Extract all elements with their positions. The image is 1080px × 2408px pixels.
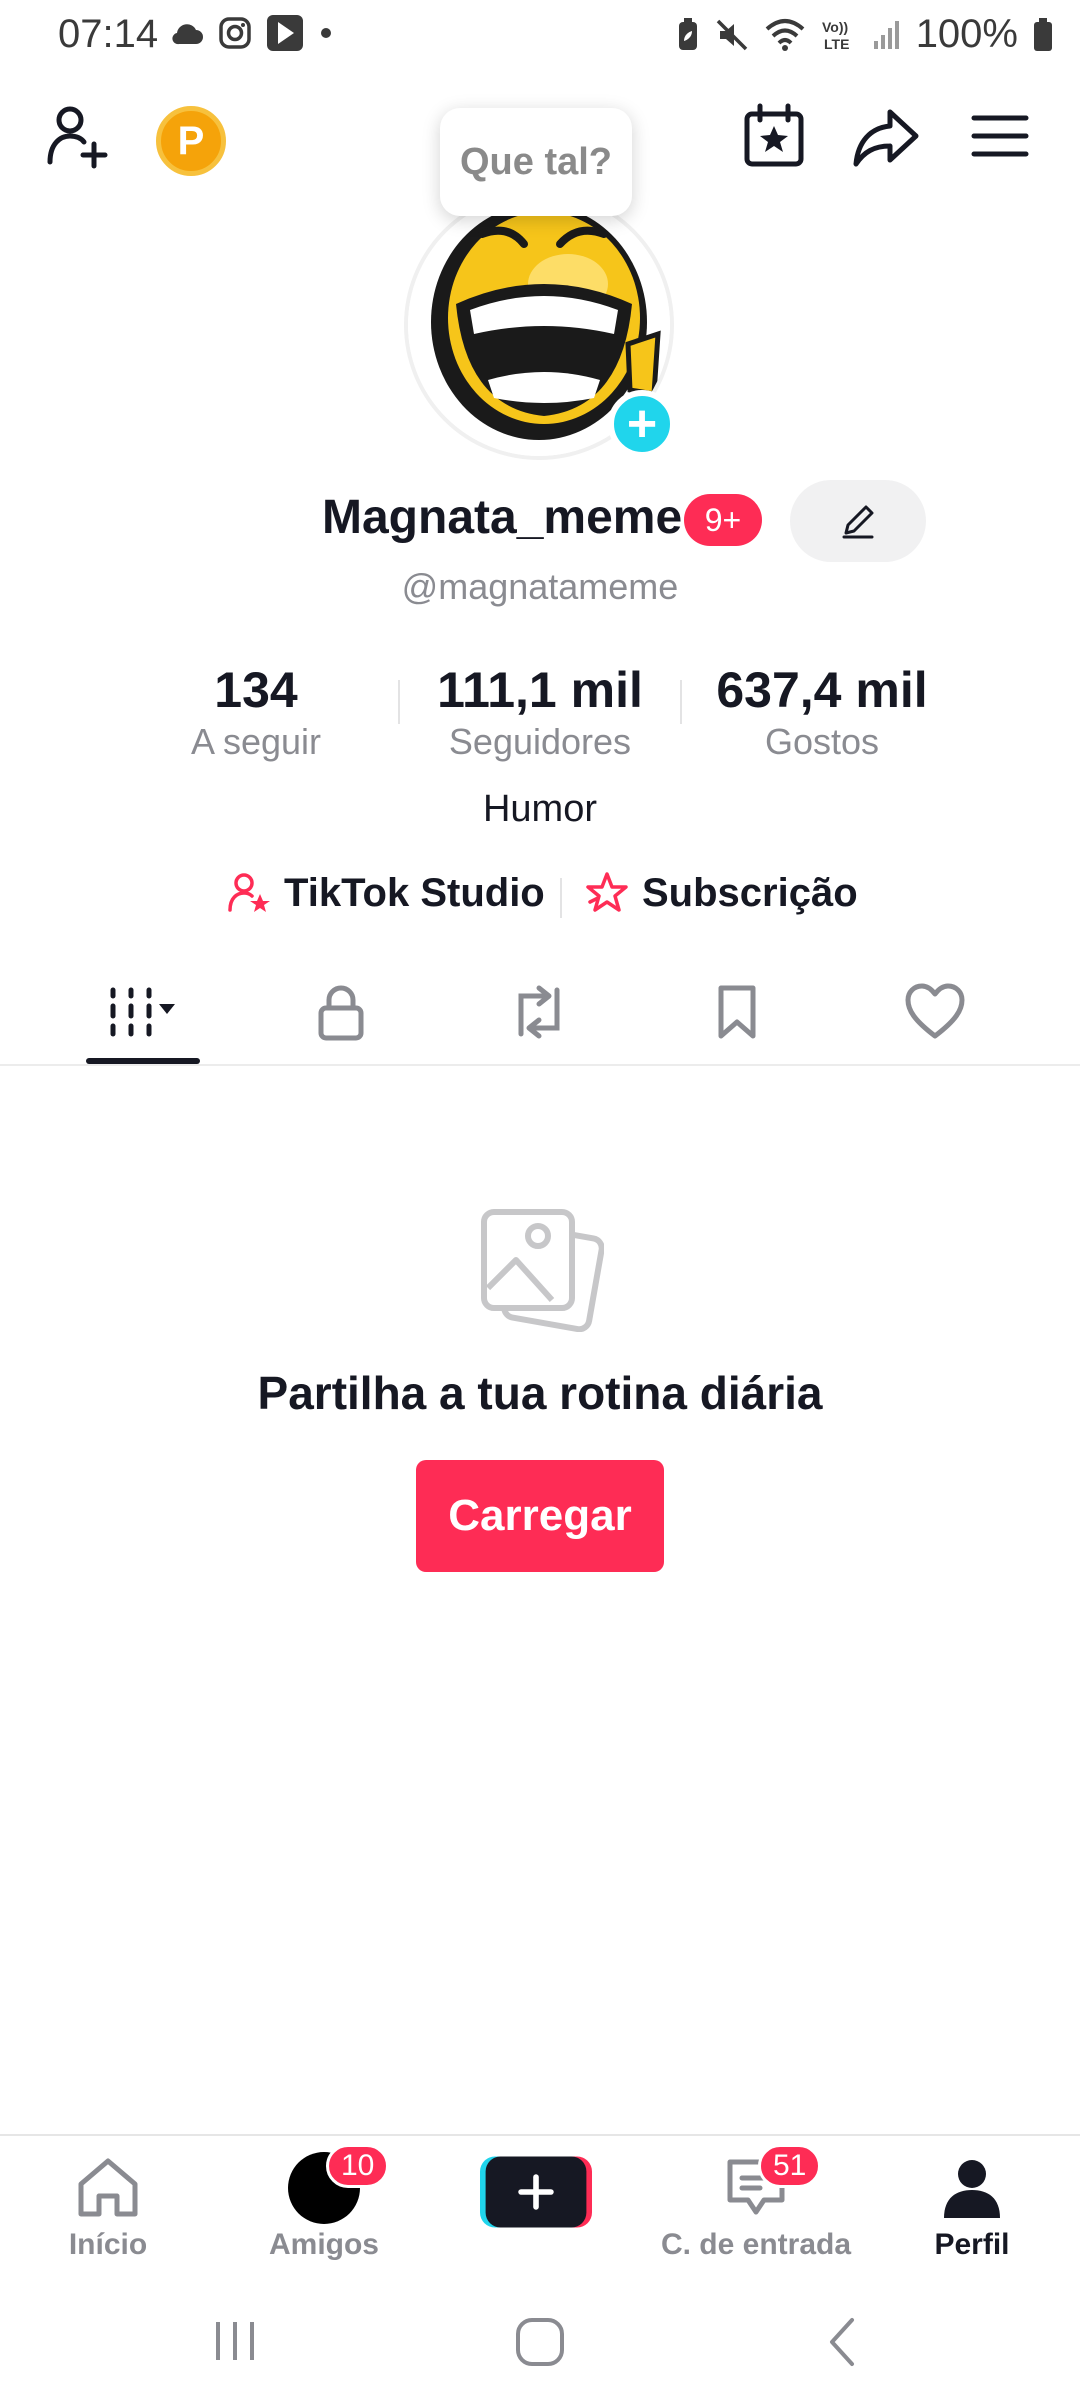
battery-icon	[1034, 17, 1052, 51]
calendar-button[interactable]	[738, 100, 810, 172]
bookmark-icon	[718, 985, 756, 1039]
status-right-icons: Vo)) LTE 100%	[676, 12, 1054, 57]
share-button[interactable]	[850, 100, 922, 172]
stat-likes-label: Gostos	[764, 721, 880, 762]
volte-icon: Vo))LTE	[822, 19, 849, 52]
stat-following[interactable]: 134 A seguir	[106, 660, 406, 764]
tab-saved[interactable]	[638, 960, 836, 1064]
status-left-icons	[170, 14, 334, 52]
tooltip-text: Que tal?	[459, 140, 613, 183]
nav-inbox[interactable]: 51 C. de entrada	[648, 2136, 864, 2276]
friends-badge: 10	[326, 2144, 390, 2188]
nav-inbox-label: C. de entrada	[660, 2228, 852, 2261]
menu-button[interactable]	[964, 100, 1036, 172]
edit-profile-button[interactable]	[790, 480, 926, 562]
recent-apps-icon[interactable]	[210, 2316, 260, 2366]
bottom-nav: Início 10 Amigos 51 C. de entrada Perfil	[0, 2134, 1080, 2276]
tiktok-studio-label: TikTok Studio	[284, 870, 545, 915]
home-icon	[78, 2158, 138, 2217]
status-time: 07:14	[58, 12, 159, 56]
battery-percentage: 100%	[915, 12, 1018, 56]
upload-button[interactable]: Carregar	[416, 1460, 664, 1572]
wifi-icon	[765, 18, 805, 51]
coin-icon[interactable]: P	[156, 106, 226, 176]
tab-private[interactable]	[242, 960, 440, 1064]
tiktok-studio-link[interactable]: TikTok Studio	[226, 870, 545, 916]
bio: Humor	[482, 788, 598, 830]
stat-likes-value: 637,4 mil	[716, 662, 928, 718]
stat-followers-label: Seguidores	[448, 721, 632, 762]
nav-home-label: Início	[68, 2228, 148, 2261]
pencil-icon	[842, 505, 874, 539]
grid-icon	[110, 987, 175, 1037]
mute-icon	[716, 19, 747, 50]
lock-icon	[318, 985, 364, 1041]
content-tabs	[0, 960, 1080, 1066]
tab-videos[interactable]	[44, 960, 242, 1064]
signal-icon	[873, 20, 899, 49]
battery-saver-icon	[678, 17, 697, 50]
notification-badge[interactable]: 9+	[684, 494, 762, 546]
create-plus-icon	[480, 2156, 592, 2228]
subscription-star-icon	[586, 872, 628, 912]
menu-icon	[971, 115, 1029, 157]
dot-icon	[321, 28, 331, 38]
add-story-button[interactable]: +	[608, 390, 676, 458]
inbox-badge: 51	[758, 2144, 822, 2188]
tooltip: Que tal?	[440, 108, 632, 216]
stat-followers[interactable]: 111,1 mil Seguidores	[390, 660, 690, 764]
svg-text:LTE: LTE	[824, 36, 849, 52]
heart-icon	[905, 983, 965, 1039]
tab-liked[interactable]	[836, 960, 1034, 1064]
back-icon[interactable]	[822, 2316, 862, 2368]
profile-icon	[944, 2160, 1000, 2218]
nav-friends[interactable]: 10 Amigos	[216, 2136, 432, 2276]
tab-reposts[interactable]	[440, 960, 638, 1064]
creator-star-icon	[228, 873, 270, 912]
stat-following-label: A seguir	[190, 721, 322, 762]
subscription-link[interactable]: Subscrição	[584, 870, 858, 916]
links-divider	[560, 878, 562, 918]
play-store-icon	[267, 15, 303, 51]
nav-profile[interactable]: Perfil	[864, 2136, 1080, 2276]
stat-followers-value: 111,1 mil	[437, 662, 643, 718]
instagram-icon	[219, 17, 251, 49]
home-button-icon[interactable]	[514, 2316, 566, 2368]
coin-label: P	[177, 118, 205, 163]
share-icon	[853, 109, 919, 167]
repost-icon	[518, 985, 560, 1039]
plus-icon: +	[626, 395, 658, 453]
nav-home[interactable]: Início	[0, 2136, 216, 2276]
nav-friends-label: Amigos	[268, 2228, 379, 2261]
empty-photos-icon	[476, 1204, 605, 1333]
empty-state-message: Partilha a tua rotina diária	[257, 1367, 823, 1419]
add-friend-icon	[47, 106, 108, 169]
username-handle: @magnatameme	[401, 566, 679, 607]
cloud-icon	[172, 24, 203, 45]
stat-following-value: 134	[214, 662, 298, 718]
calendar-star-icon	[744, 103, 804, 167]
status-bar: 07:14 Vo)) LTE 100%	[0, 0, 1080, 72]
system-nav-bar	[0, 2274, 1080, 2408]
active-tab-indicator	[86, 1058, 200, 1064]
stat-likes[interactable]: 637,4 mil Gostos	[672, 660, 972, 764]
add-friend-button[interactable]	[42, 100, 114, 172]
display-name: Magnata_meme	[322, 491, 683, 544]
subscription-label: Subscrição	[642, 870, 858, 915]
nav-profile-label: Perfil	[934, 2228, 1010, 2261]
nav-create[interactable]	[432, 2136, 648, 2276]
svg-text:Vo)): Vo))	[822, 19, 848, 35]
